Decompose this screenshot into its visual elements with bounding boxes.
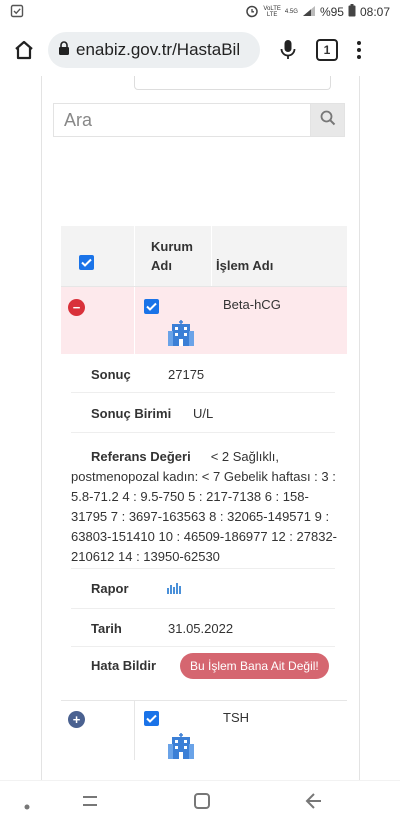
detail-value: 27175 [168,367,205,382]
table-row[interactable]: + TSH [61,700,347,760]
row-checkbox[interactable] [144,299,159,314]
detail-value: 31.05.2022 [168,621,234,636]
url-text: enabiz.gov.tr/HastaBil [76,40,241,59]
detail-label: Sonuç [91,367,131,382]
page-content: KurumAdı İşlem Adı − Beta-hCG Sonuç 2717… [0,76,400,780]
home-icon[interactable] [8,34,40,66]
detail-rapor: Rapor [71,569,335,609]
table-header: Kurum Adı İşlem Adı [61,226,347,287]
address-bar[interactable]: enabiz.gov.tr/HastaBil [48,32,260,68]
battery-icon [348,4,356,20]
column-header-kurum: Kurum Adı [151,239,193,273]
mic-icon[interactable] [274,34,302,66]
detail-label: Sonuç Birimi [91,406,172,421]
hospital-building-icon [167,320,195,351]
notification-check-icon [10,4,24,21]
detail-birim: Sonuç Birimi U/L [71,393,335,433]
hospital-building-icon [167,733,195,764]
detail-label: Referans Değeri [91,449,191,464]
detail-tarih: Tarih 31.05.2022 [71,609,335,647]
detail-referans-text: Referans Değeri < 2 Sağlıklı, postmenopoz… [71,447,337,567]
detail-label: Rapor [91,581,129,596]
detail-referans: Referans Değeri < 2 Sağlıklı, postmenopoz… [71,433,337,569]
search-button[interactable] [310,103,345,137]
search-input[interactable] [53,103,310,137]
collapse-row-button[interactable]: − [68,299,85,316]
panel-left-border [41,76,42,780]
expand-row-button[interactable]: + [68,711,85,728]
detail-value: U/L [193,406,214,421]
bar-chart-icon[interactable] [167,582,181,597]
nav-dot-icon[interactable] [24,797,30,815]
row-detail-panel: Sonuç 27175 Sonuç Birimi U/L Referans De… [61,354,347,700]
detail-hata: Hata Bildir Bu İşlem Bana Ait Değil! [71,647,335,700]
status-bar: VoLTE LTE 4.5G %95 08:07 [0,0,400,24]
report-error-button[interactable]: Bu İşlem Bana Ait Değil! [180,653,329,679]
battery-text: %95 [319,5,344,19]
row-checkbox[interactable] [144,711,159,726]
column-header-islem: İşlem Adı [216,258,274,273]
panel-right-border [359,76,360,780]
results-table: Kurum Adı İşlem Adı − Beta-hCG Sonuç 2717… [61,226,347,760]
search-bar [53,103,345,137]
search-icon [320,110,336,131]
row-test-name: TSH [223,710,249,725]
table-row[interactable]: − Beta-hCG [61,287,347,354]
detail-value: < 2 Sağlıklı, postmenopozal kadın: < 7 G… [71,449,338,564]
back-icon[interactable] [304,791,324,816]
recents-icon[interactable] [80,791,100,816]
android-navigation-bar [0,780,400,822]
home-nav-icon[interactable] [192,791,212,816]
alarm-icon [245,4,259,21]
detail-label: Hata Bildir [91,658,157,673]
detail-sonuc: Sonuç 27175 [71,354,335,393]
clock: 08:07 [359,5,390,19]
tab-switcher-button[interactable]: 1 [316,39,338,61]
browser-toolbar: enabiz.gov.tr/HastaBil 1 [0,24,400,76]
row-test-name: Beta-hCG [223,297,281,312]
select-all-checkbox[interactable] [79,255,94,270]
more-menu-icon[interactable] [354,41,364,59]
detail-label: Tarih [91,621,122,636]
network-type: VoLTE LTE [263,6,281,18]
network-gen: 4.5G [284,9,298,15]
lock-icon [58,40,70,60]
filter-select[interactable] [134,76,331,90]
signal-icon [302,5,316,20]
